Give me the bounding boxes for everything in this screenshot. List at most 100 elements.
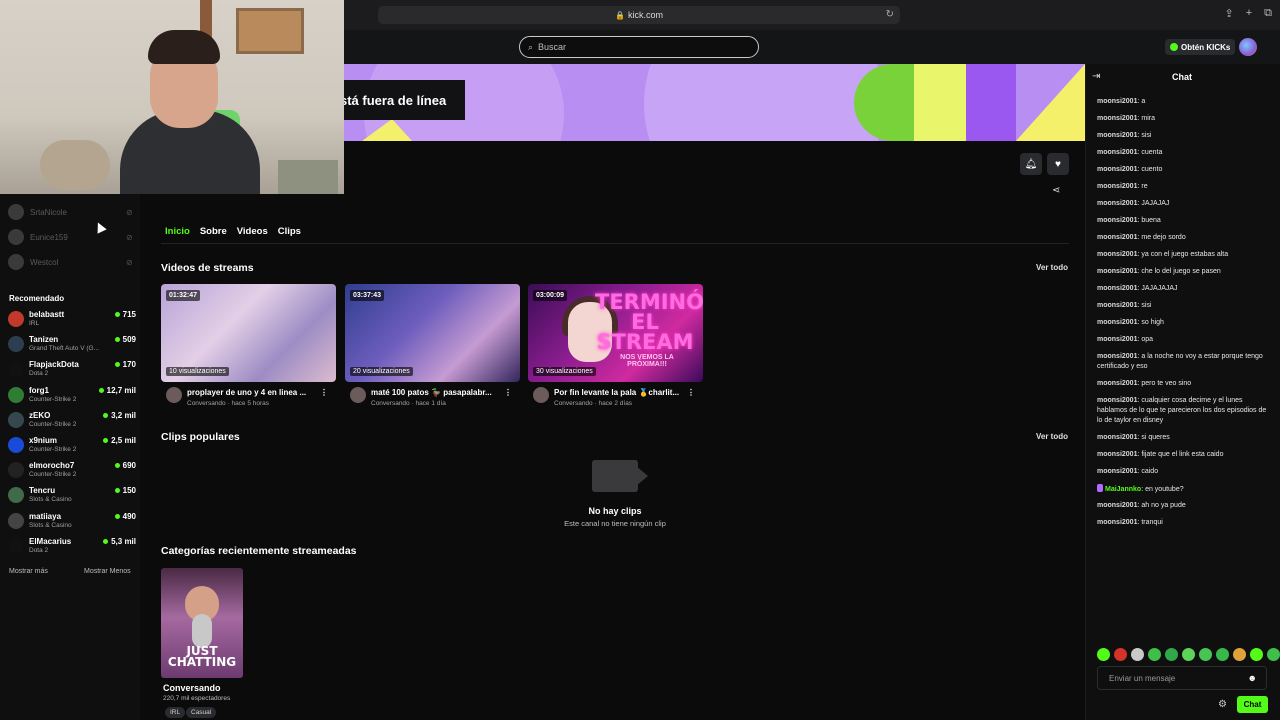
tab-inicio[interactable]: Inicio (165, 226, 190, 237)
recommended-channel[interactable]: belabastt IRL 715 (8, 309, 136, 331)
tabs-overview-icon[interactable]: ⧉ (1264, 7, 1272, 20)
video-card[interactable]: TERMINÓ EL STREAM NOS VEMOS LA PRÓXIMA!!… (528, 284, 703, 407)
chat-username[interactable]: moonsi2001 (1097, 336, 1137, 343)
video-thumbnail[interactable]: 01:32:47 10 visualizaciones (161, 284, 336, 382)
recommended-channel[interactable]: Tanizen Grand Theft Auto V (G... 509 (8, 334, 136, 356)
chat-username[interactable]: moonsi2001 (1097, 502, 1137, 509)
emoji-picker-icon[interactable]: ☻ (1248, 673, 1257, 683)
video-category: Conversando (371, 400, 410, 407)
chat-username[interactable]: moonsi2001 (1097, 434, 1137, 441)
search-input[interactable]: ⌕ Buscar (519, 36, 759, 58)
chat-username[interactable]: moonsi2001 (1097, 200, 1137, 207)
chat-username[interactable]: moonsi2001 (1097, 251, 1137, 258)
offline-icon: ⊘ (126, 207, 133, 217)
recommended-channel[interactable]: ElMacarius Dota 2 5,3 mil (8, 536, 136, 558)
chat-username[interactable]: moonsi2001 (1097, 166, 1137, 173)
followed-channel[interactable]: SrtaNicole ⊘ (8, 204, 133, 220)
chat-text: JAJAJAJ (1141, 200, 1170, 207)
share-icon[interactable]: ⇪ (1224, 7, 1233, 20)
chat-username[interactable]: moonsi2001 (1097, 319, 1137, 326)
video-card[interactable]: 03:37:43 20 visualizaciones maté 100 pat… (345, 284, 520, 407)
emote-icon[interactable] (1182, 648, 1195, 661)
viewer-count-value: 509 (122, 335, 136, 345)
recommended-channel[interactable]: x9nium Counter-Strike 2 2,5 mil (8, 435, 136, 457)
more-options-icon[interactable]: ⋮ (687, 388, 695, 397)
recommended-channel[interactable]: FlapjackDota Dota 2 170 (8, 359, 136, 381)
emote-icon[interactable] (1097, 648, 1110, 661)
chat-username[interactable]: moonsi2001 (1097, 217, 1137, 224)
chat-username[interactable]: moonsi2001 (1097, 285, 1137, 292)
emote-icon[interactable] (1165, 648, 1178, 661)
video-title[interactable]: Por fin levante la pala 🥇charlit... (554, 388, 684, 397)
chat-username[interactable]: moonsi2001 (1097, 302, 1137, 309)
emote-icon[interactable] (1199, 648, 1212, 661)
chat-username[interactable]: moonsi2001 (1097, 234, 1137, 241)
emote-icon[interactable] (1233, 648, 1246, 661)
chat-username[interactable]: moonsi2001 (1097, 268, 1137, 275)
chat-username[interactable]: moonsi2001 (1097, 353, 1137, 360)
channel-name: Tanizen (29, 335, 59, 345)
chat-message-input[interactable]: Enviar un mensaje ☻ (1097, 666, 1267, 690)
send-chat-button[interactable]: Chat (1237, 696, 1268, 713)
sidebar (0, 194, 140, 720)
followed-channel[interactable]: Eunice159 ⊘ (8, 229, 133, 245)
tag-badge[interactable]: Casual (186, 707, 217, 718)
video-title[interactable]: proplayer de uno y 4 en linea ... (187, 388, 317, 397)
share-channel-icon[interactable]: ⋖ (1052, 185, 1060, 196)
collapse-chat-icon[interactable]: ⇥ (1092, 71, 1100, 82)
user-avatar[interactable] (1239, 38, 1257, 56)
chat-text: ya con el juego estabas alta (1141, 251, 1229, 258)
tab-videos[interactable]: Videos (237, 226, 268, 237)
emote-icon[interactable] (1114, 648, 1127, 661)
category-card[interactable]: JUST CHATTING (161, 568, 243, 678)
gear-icon[interactable]: ⚙ (1218, 699, 1227, 710)
chat-username[interactable]: moonsi2001 (1097, 397, 1137, 404)
chat-input-placeholder: Enviar un mensaje (1109, 673, 1176, 683)
recommended-channel[interactable]: forg1 Counter-Strike 2 12,7 mil (8, 385, 136, 407)
tag-badge[interactable]: IRL (165, 707, 186, 718)
chat-username[interactable]: moonsi2001 (1097, 98, 1137, 105)
tab-clips[interactable]: Clips (278, 226, 301, 237)
chat-username[interactable]: moonsi2001 (1097, 380, 1137, 387)
chat-username[interactable]: moonsi2001 (1097, 519, 1137, 526)
show-less-button[interactable]: Mostrar Menos (84, 568, 131, 575)
recommended-channel[interactable]: matiiaya Slots & Casino 490 (8, 511, 136, 533)
video-card[interactable]: 01:32:47 10 visualizaciones proplayer de… (161, 284, 336, 407)
emote-icon[interactable] (1131, 648, 1144, 661)
notifications-button[interactable]: 🔔︎ (1020, 153, 1042, 175)
video-title[interactable]: maté 100 patos 🦆 pasapalabr... (371, 388, 501, 397)
recommended-channel[interactable]: zEKO Counter-Strike 2 3,2 mil (8, 410, 136, 432)
emote-icon[interactable] (1267, 648, 1280, 661)
emote-icon[interactable] (1148, 648, 1161, 661)
viewer-count: 2,5 mil (103, 436, 136, 445)
address-bar[interactable]: 🔒 kick.com ↻ (378, 6, 900, 24)
new-tab-icon[interactable]: + (1246, 7, 1252, 20)
see-all-videos-link[interactable]: Ver todo (1036, 263, 1068, 272)
emote-bar (1097, 648, 1280, 661)
more-options-icon[interactable]: ⋮ (320, 388, 328, 397)
get-kicks-button[interactable]: Obtén KICKs (1165, 39, 1236, 55)
emote-icon[interactable] (1216, 648, 1229, 661)
video-thumbnail[interactable]: 03:37:43 20 visualizaciones (345, 284, 520, 382)
chat-username[interactable]: MaiJannko (1105, 486, 1141, 493)
emote-icon[interactable] (1250, 648, 1263, 661)
recommended-channel[interactable]: Tencru Slots & Casino 150 (8, 485, 136, 507)
see-all-clips-link[interactable]: Ver todo (1036, 432, 1068, 441)
tab-sobre[interactable]: Sobre (200, 226, 227, 237)
chat-username[interactable]: moonsi2001 (1097, 451, 1137, 458)
chat-username[interactable]: moonsi2001 (1097, 468, 1137, 475)
channel-name: elmorocho7 (29, 461, 75, 471)
video-thumbnail[interactable]: TERMINÓ EL STREAM NOS VEMOS LA PRÓXIMA!!… (528, 284, 703, 382)
chat-username[interactable]: moonsi2001 (1097, 149, 1137, 156)
recommended-channel[interactable]: elmorocho7 Counter-Strike 2 690 (8, 460, 136, 482)
category-name[interactable]: Conversando (163, 683, 221, 693)
viewer-count: 5,3 mil (103, 537, 136, 546)
reload-icon[interactable]: ↻ (886, 9, 894, 20)
more-options-icon[interactable]: ⋮ (504, 388, 512, 397)
followed-channel[interactable]: Westcol ⊘ (8, 254, 133, 270)
chat-username[interactable]: moonsi2001 (1097, 132, 1137, 139)
show-more-button[interactable]: Mostrar más (9, 568, 48, 575)
chat-username[interactable]: moonsi2001 (1097, 183, 1137, 190)
chat-username[interactable]: moonsi2001 (1097, 115, 1137, 122)
follow-button[interactable]: ♥ (1047, 153, 1069, 175)
